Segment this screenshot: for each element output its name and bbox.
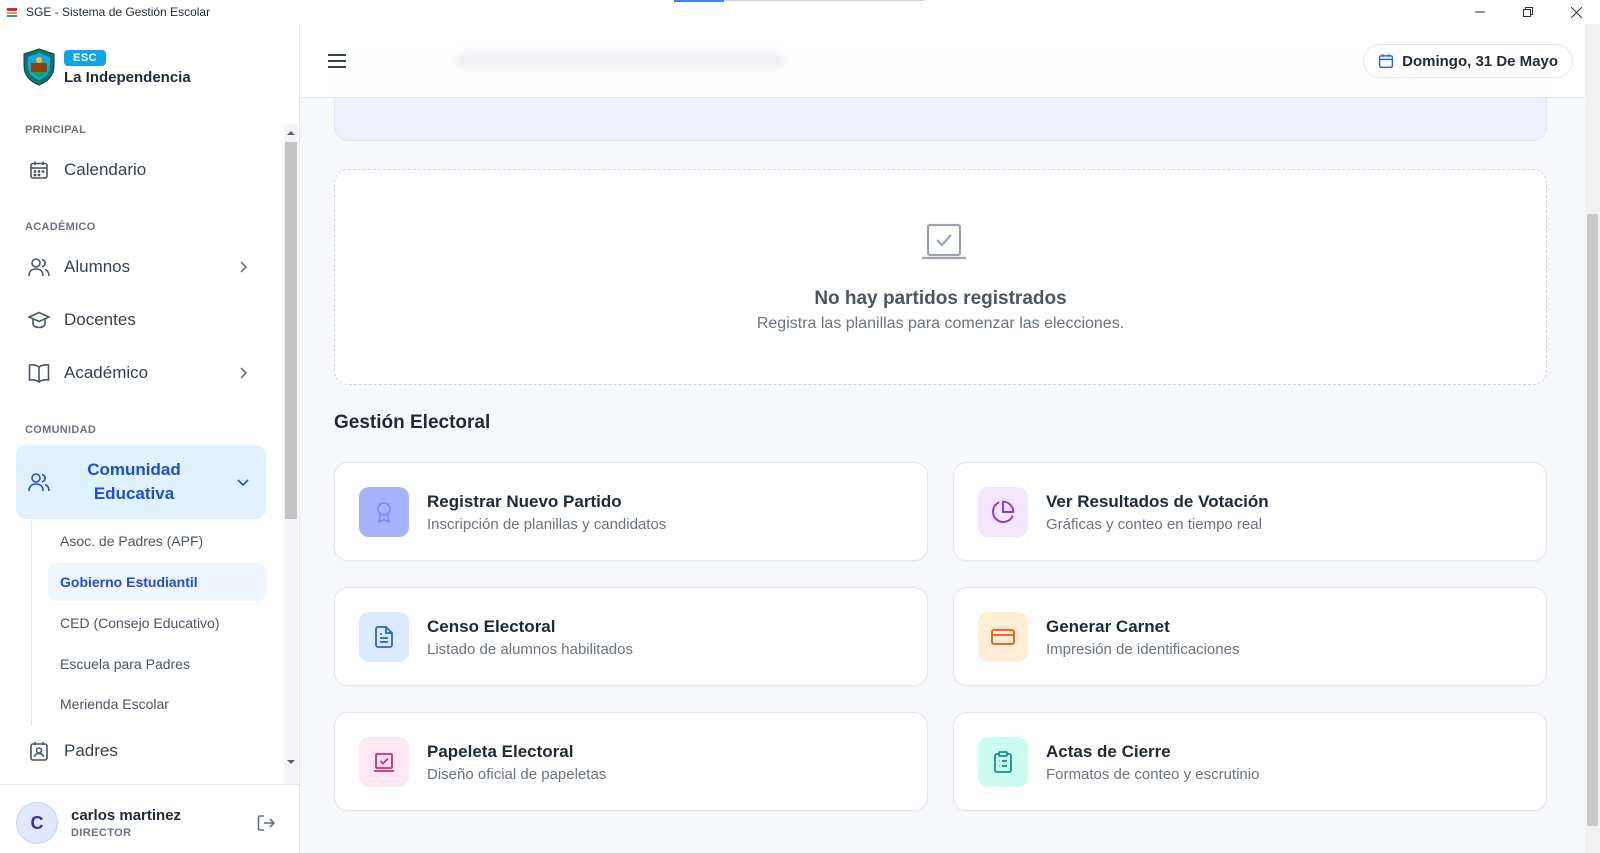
section-label-comunidad: COMUNIDAD — [25, 424, 97, 436]
sidebar: ESC La Independencia PRINCIPAL Calendari… — [0, 24, 300, 853]
menu-icon[interactable] — [326, 50, 348, 72]
chevron-right-icon — [240, 367, 248, 379]
card-censo-electoral[interactable]: Censo Electoral Listado de alumnos habil… — [334, 587, 928, 686]
sidebar-item-label: Padres — [64, 741, 118, 760]
card-registrar-partido[interactable]: Registrar Nuevo Partido Inscripción de p… — [334, 462, 928, 561]
sidebar-scrollbar[interactable] — [284, 124, 298, 784]
sidebar-item-alumnos[interactable]: Alumnos — [16, 245, 266, 289]
calendar-icon — [28, 159, 50, 181]
sidebar-item-academico[interactable]: Académico — [16, 351, 266, 395]
titlebar-divider — [724, 0, 924, 1]
ballot-icon — [359, 737, 409, 787]
scroll-up-icon[interactable] — [287, 129, 295, 137]
sidebar-subitem-gobierno-estudiantil[interactable]: Gobierno Estudiantil — [48, 563, 266, 601]
card-subtitle: Inscripción de planillas y candidatos — [427, 516, 667, 533]
card-subtitle: Gráficas y conteo en tiempo real — [1046, 516, 1262, 533]
current-date: Domingo, 31 De Mayo — [1402, 52, 1558, 70]
sidebar-item-label: Comunidad Educativa — [64, 458, 204, 506]
id-card-icon — [978, 612, 1028, 662]
minimize-icon — [1475, 11, 1485, 13]
sidebar-item-calendario[interactable]: Calendario — [16, 148, 266, 192]
card-title: Actas de Cierre — [1046, 742, 1171, 761]
book-open-icon — [28, 362, 50, 384]
sidebar-subitem-merienda[interactable]: Merienda Escolar — [48, 685, 266, 723]
card-papeleta-electoral[interactable]: Papeleta Electoral Diseño oficial de pap… — [334, 712, 928, 811]
sidebar-item-label: Calendario — [64, 160, 147, 179]
pie-chart-icon — [978, 487, 1028, 537]
sidebar-item-padres[interactable]: Padres — [16, 729, 266, 773]
section-label-academico: ACADÉMICO — [25, 221, 96, 233]
main-content: Domingo, 31 De Mayo No hay partidos regi… — [300, 24, 1600, 853]
page-scrollbar[interactable] — [1585, 24, 1600, 853]
scroll-down-icon[interactable] — [287, 758, 295, 766]
card-subtitle: Listado de alumnos habilitados — [427, 641, 633, 658]
card-title: Papeleta Electoral — [427, 742, 574, 761]
empty-title: No hay partidos registrados — [814, 288, 1067, 309]
sidebar-item-label-line1: Comunidad — [87, 460, 181, 479]
close-icon — [1570, 6, 1582, 18]
contact-icon — [28, 740, 50, 762]
chevron-down-icon — [237, 479, 249, 487]
section-title: Gestión Electoral — [334, 412, 491, 433]
card-actas-cierre[interactable]: Actas de Cierre Formatos de conteo y esc… — [953, 712, 1547, 811]
user-name: carlos martinez — [71, 807, 182, 824]
vote-box-icon — [922, 223, 966, 260]
empty-parties-card: No hay partidos registrados Registra las… — [334, 169, 1547, 385]
sidebar-item-label-line2: Educativa — [93, 484, 175, 503]
titlebar-accent — [674, 0, 724, 2]
sidebar-subitem-apf[interactable]: Asoc. de Padres (APF) — [48, 522, 266, 560]
minimize-button[interactable] — [1456, 0, 1504, 24]
document-icon — [359, 612, 409, 662]
calendar-icon — [1379, 54, 1394, 69]
users-icon — [28, 256, 50, 278]
avatar[interactable]: C — [16, 802, 58, 844]
page-scrollbar-thumb[interactable] — [1587, 214, 1598, 826]
empty-subtitle: Registra las planillas para comenzar las… — [756, 315, 1125, 332]
card-subtitle: Impresión de identificaciones — [1046, 641, 1240, 658]
window-controls — [1456, 0, 1600, 24]
card-title: Generar Carnet — [1046, 617, 1170, 636]
card-ver-resultados[interactable]: Ver Resultados de Votación Gráficas y co… — [953, 462, 1547, 561]
card-generar-carnet[interactable]: Generar Carnet Impresión de identificaci… — [953, 587, 1547, 686]
window-titlebar: SGE - Sistema de Gestión Escolar — [0, 0, 1600, 24]
card-title: Registrar Nuevo Partido — [427, 492, 622, 511]
submenu-rail — [31, 521, 32, 726]
clipboard-icon — [978, 737, 1028, 787]
card-title: Ver Resultados de Votación — [1046, 492, 1269, 511]
user-role: DIRECTOR — [71, 827, 132, 839]
sidebar-subitem-escuela-padres[interactable]: Escuela para Padres — [48, 645, 266, 683]
close-button[interactable] — [1552, 0, 1600, 24]
user-panel: C carlos martinez DIRECTOR — [0, 784, 300, 853]
school-crest-icon — [23, 48, 55, 86]
card-title: Censo Electoral — [427, 617, 556, 636]
brand[interactable]: ESC La Independencia — [22, 48, 191, 86]
brand-badge: ESC — [64, 50, 107, 66]
chevron-right-icon — [240, 261, 248, 273]
sidebar-item-label: Académico — [64, 363, 149, 382]
sidebar-item-docentes[interactable]: Docentes — [16, 298, 266, 342]
window-title: SGE - Sistema de Gestión Escolar — [26, 5, 211, 19]
sidebar-item-label: Alumnos — [64, 257, 131, 276]
topbar: Domingo, 31 De Mayo — [300, 24, 1585, 98]
sidebar-item-comunidad-educativa[interactable]: Comunidad Educativa — [16, 445, 266, 519]
section-label-principal: PRINCIPAL — [25, 124, 87, 136]
card-subtitle: Formatos de conteo y escrutinio — [1046, 766, 1260, 783]
blurred-header-text — [455, 52, 785, 68]
date-display: Domingo, 31 De Mayo — [1363, 44, 1573, 78]
users-icon — [28, 471, 50, 493]
card-subtitle: Diseño oficial de papeletas — [427, 766, 607, 783]
app-icon — [7, 8, 17, 17]
logout-icon[interactable] — [256, 813, 276, 833]
restore-icon — [1523, 7, 1533, 17]
restore-button[interactable] — [1504, 0, 1552, 24]
sidebar-nav: PRINCIPAL Calendario ACADÉMICO Alumnos D… — [0, 124, 284, 784]
sidebar-scrollbar-thumb[interactable] — [285, 142, 297, 519]
sidebar-item-label: Docentes — [64, 310, 136, 329]
graduation-cap-icon — [28, 309, 50, 331]
school-name: La Independencia — [64, 69, 191, 86]
sidebar-subitem-ced[interactable]: CED (Consejo Educativo) — [48, 604, 266, 642]
award-icon — [359, 487, 409, 537]
